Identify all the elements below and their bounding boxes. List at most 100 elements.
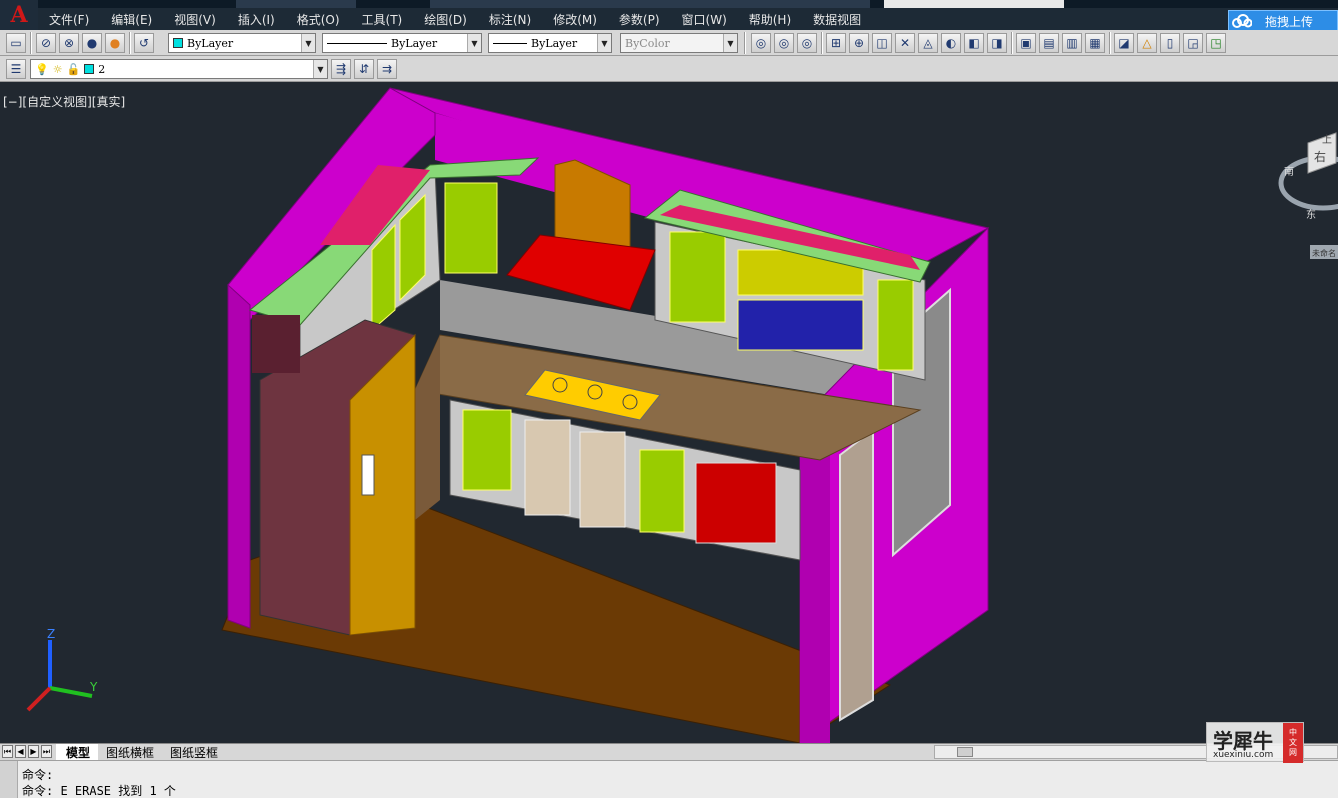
next-tab-icon[interactable]: ▶ xyxy=(28,745,39,758)
menu-help[interactable]: 帮助(H) xyxy=(738,11,802,28)
layer-control-dropdown[interactable]: 💡 ☼ 🔓 2 ▼ xyxy=(30,59,328,79)
dishwasher xyxy=(695,462,777,544)
watermark-url: xuexiniu.com xyxy=(1213,750,1274,760)
3d-wedge-icon[interactable]: ✕ xyxy=(895,33,915,53)
color-control-dropdown[interactable]: ByLayer ▼ xyxy=(168,33,316,53)
3d-box-icon[interactable]: ◫ xyxy=(872,33,892,53)
color-swatch xyxy=(173,38,183,48)
ucs-y-label: Y xyxy=(89,680,98,694)
match-properties-icon[interactable]: ▭ xyxy=(6,33,26,53)
3d-sphere-icon[interactable]: ◐ xyxy=(941,33,961,53)
tab-model[interactable]: 模型 xyxy=(56,744,99,760)
first-tab-icon[interactable]: ⏮ xyxy=(2,745,13,758)
watermark-badge-char: 文 xyxy=(1289,738,1297,747)
visual-style-realistic-icon[interactable]: ● xyxy=(82,33,102,53)
view-bottom-icon[interactable]: ▤ xyxy=(1039,33,1059,53)
viewcube[interactable]: 右 上 南 东 未命名 xyxy=(1278,123,1338,263)
layer-previous-icon[interactable]: ↺ xyxy=(134,33,154,53)
left-wall-side xyxy=(227,283,251,629)
3d-torus-icon[interactable]: ◨ xyxy=(987,33,1007,53)
3d-cylinder-icon[interactable]: ◧ xyxy=(964,33,984,53)
last-tab-icon[interactable]: ⏭ xyxy=(41,745,52,758)
title-tab-2[interactable] xyxy=(430,0,870,8)
linetype-preview xyxy=(327,42,387,44)
toolbar-separator xyxy=(744,32,746,54)
command-history-line-2: 命令: E ERASE 找到 1 个 xyxy=(22,784,176,798)
cloud-upload-icon xyxy=(1229,11,1255,31)
view-right-icon[interactable]: ▦ xyxy=(1085,33,1105,53)
revolve-icon[interactable]: ◲ xyxy=(1183,33,1203,53)
lightbulb-icon[interactable]: 💡 xyxy=(35,63,49,76)
slice-icon[interactable]: ◪ xyxy=(1114,33,1134,53)
visual-style-wireframe-icon[interactable]: ⊘ xyxy=(36,33,56,53)
title-tab-1[interactable] xyxy=(236,0,356,8)
menu-insert[interactable]: 插入(I) xyxy=(227,11,286,28)
visual-style-hidden-icon[interactable]: ⊗ xyxy=(59,33,79,53)
layer-manager-icon[interactable]: ☰ xyxy=(6,59,26,79)
base-cabinet-lattice-2 xyxy=(579,431,626,528)
menu-file[interactable]: 文件(F) xyxy=(38,11,100,28)
menu-tools[interactable]: 工具(T) xyxy=(351,11,414,28)
layer-value: 2 xyxy=(98,62,106,76)
continuous-orbit-icon[interactable]: ◎ xyxy=(797,33,817,53)
3d-cone-icon[interactable]: ◬ xyxy=(918,33,938,53)
base-cabinet-door-2 xyxy=(639,449,685,533)
visual-style-conceptual-icon[interactable]: ● xyxy=(105,33,125,53)
viewcube-right-label: 右 xyxy=(1314,149,1326,164)
menu-modify[interactable]: 修改(M) xyxy=(542,11,608,28)
menu-window[interactable]: 窗口(W) xyxy=(671,11,738,28)
sweep-icon[interactable]: ◳ xyxy=(1206,33,1226,53)
lineweight-control-dropdown[interactable]: ByLayer ▼ xyxy=(488,33,612,53)
tab-layout-portrait[interactable]: 图纸竖框 xyxy=(160,744,226,760)
linetype-control-dropdown[interactable]: ByLayer ▼ xyxy=(322,33,482,53)
menu-parametric[interactable]: 参数(P) xyxy=(608,11,671,28)
section-icon[interactable]: △ xyxy=(1137,33,1157,53)
command-line-grip[interactable] xyxy=(0,761,18,798)
make-current-layer-icon[interactable]: ⇶ xyxy=(331,59,351,79)
layout-tab-bar: ⏮ ◀ ▶ ⏭ 模型 图纸横框 图纸竖框 xyxy=(0,743,1338,760)
command-line[interactable]: 命令: 命令: E ERASE 找到 1 个 xyxy=(0,760,1338,798)
3d-move-icon[interactable]: ⊞ xyxy=(826,33,846,53)
toolbar-separator xyxy=(129,32,131,54)
viewcube-south-label: 南 xyxy=(1284,165,1294,178)
menu-dataview[interactable]: 数据视图 xyxy=(802,11,872,28)
title-search-box[interactable] xyxy=(884,0,1064,8)
view-top-icon[interactable]: ▣ xyxy=(1016,33,1036,53)
color-value: ByLayer xyxy=(187,36,234,50)
menu-bar: 文件(F) 编辑(E) 视图(V) 插入(I) 格式(O) 工具(T) 绘图(D… xyxy=(38,8,1338,30)
microwave-niche xyxy=(737,299,864,351)
view-left-icon[interactable]: ▥ xyxy=(1062,33,1082,53)
properties-toolbar: ▭ ⊘ ⊗ ● ● ↺ ByLayer ▼ ByLayer ▼ ByLayer … xyxy=(0,30,1338,56)
menu-view[interactable]: 视图(V) xyxy=(163,11,227,28)
upper-cabinet-door-6 xyxy=(877,279,914,371)
orbit-icon[interactable]: ◎ xyxy=(751,33,771,53)
menu-format[interactable]: 格式(O) xyxy=(286,11,351,28)
chevron-down-icon: ▼ xyxy=(723,34,737,52)
base-cabinet-lattice-1 xyxy=(524,419,571,516)
menu-edit[interactable]: 编辑(E) xyxy=(100,11,163,28)
upload-label: 拖拽上传 xyxy=(1265,14,1314,29)
tab-layout-landscape[interactable]: 图纸横框 xyxy=(96,744,162,760)
scrollbar-thumb[interactable] xyxy=(957,747,973,757)
app-menu-button[interactable]: A xyxy=(0,0,38,30)
prev-tab-icon[interactable]: ◀ xyxy=(15,745,26,758)
drag-upload-button[interactable]: 拖拽上传 xyxy=(1228,10,1338,32)
ucs-icon: Z Y xyxy=(26,628,98,712)
watermark-badge-char: 网 xyxy=(1289,748,1297,757)
upper-cabinet-box xyxy=(252,315,300,373)
3d-rotate-icon[interactable]: ⊕ xyxy=(849,33,869,53)
free-orbit-icon[interactable]: ◎ xyxy=(774,33,794,53)
layer-states-icon[interactable]: ⇉ xyxy=(377,59,397,79)
base-cabinet-door-1 xyxy=(462,409,512,491)
kitchen-3d-model[interactable] xyxy=(0,83,1338,743)
drawing-viewport[interactable]: [−][自定义视图][真实] 右 上 南 东 未命名 Z Y xyxy=(0,83,1338,743)
chevron-down-icon: ▼ xyxy=(467,34,481,52)
extrude-icon[interactable]: ▯ xyxy=(1160,33,1180,53)
right-wall-edge xyxy=(800,410,830,743)
plotstyle-value: ByColor xyxy=(625,36,670,50)
unlock-icon[interactable]: 🔓 xyxy=(67,63,81,76)
menu-dimension[interactable]: 标注(N) xyxy=(478,11,542,28)
menu-draw[interactable]: 绘图(D) xyxy=(413,11,478,28)
sun-icon[interactable]: ☼ xyxy=(53,63,63,76)
layer-previous-icon[interactable]: ⇵ xyxy=(354,59,374,79)
